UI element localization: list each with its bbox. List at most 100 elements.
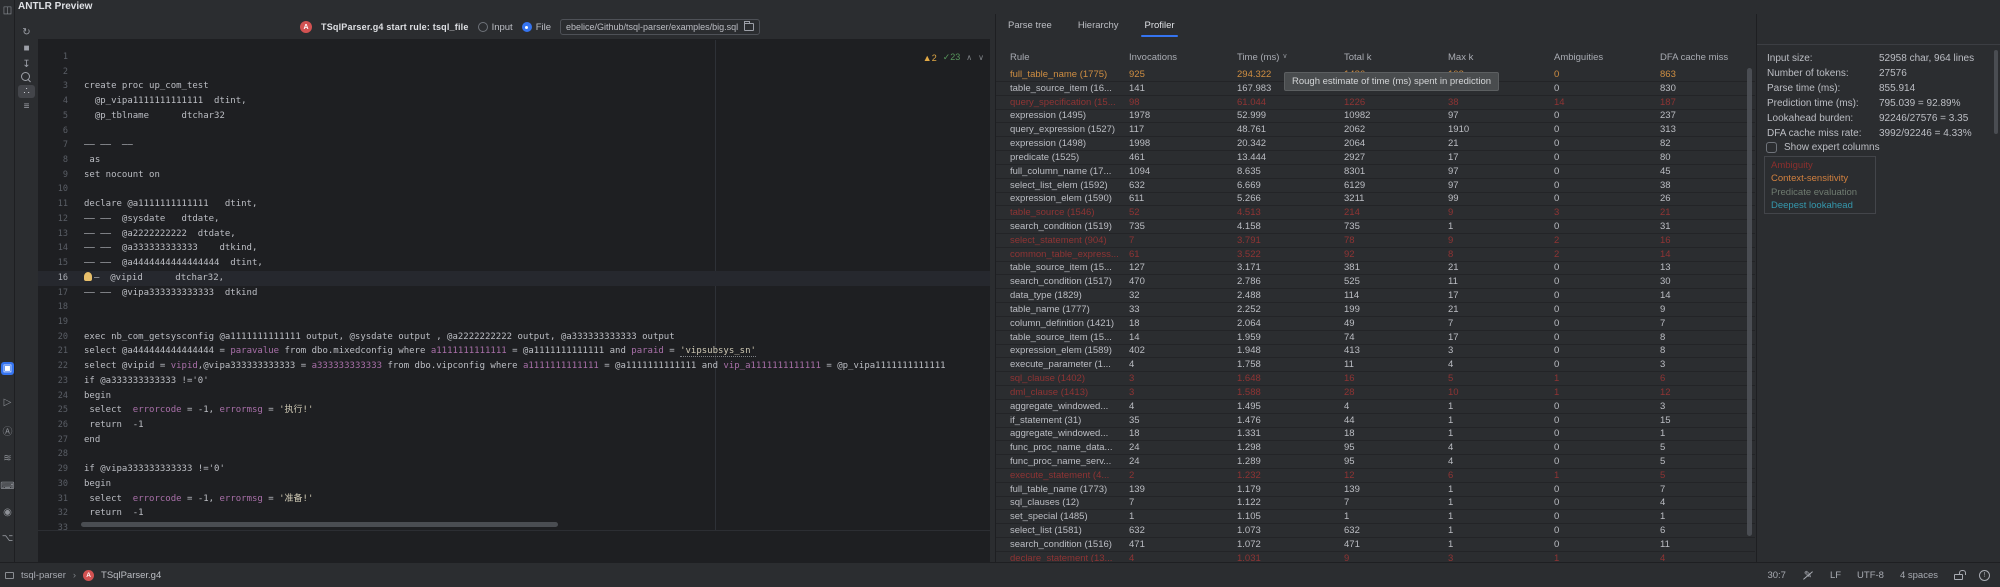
code-line[interactable]: 1: [38, 50, 990, 65]
profiler-row[interactable]: execute_statement (4...21.23212615: [996, 469, 1755, 483]
code-line[interactable]: 2: [38, 65, 990, 80]
profiler-row[interactable]: table_source_item (15...141.959741708: [996, 331, 1755, 345]
stats-scrollbar[interactable]: [1994, 50, 1998, 134]
profiler-row[interactable]: search_condition (1519)7354.1587351031: [996, 220, 1755, 234]
column-header[interactable]: Max k: [1448, 52, 1473, 63]
run-tool-icon[interactable]: ▷: [1, 396, 14, 409]
code-line[interactable]: 8 as: [38, 153, 990, 168]
profiler-row[interactable]: query_expression (1527)11748.76120621910…: [996, 123, 1755, 137]
editor-hscrollbar[interactable]: [81, 522, 558, 527]
code-line[interactable]: 5 @p_tblname dtchar32: [38, 109, 990, 124]
code-line[interactable]: 26 return -1: [38, 418, 990, 433]
profiler-row[interactable]: data_type (1829)322.48811417014: [996, 289, 1755, 303]
caret-position[interactable]: 30:7: [1767, 570, 1786, 581]
profiler-row[interactable]: dml_clause (1413)31.5882810112: [996, 386, 1755, 400]
graph-view-icon[interactable]: ∴: [18, 85, 35, 98]
profiler-row[interactable]: predicate (1525)46113.444292717080: [996, 151, 1755, 165]
code-line[interactable]: 19: [38, 315, 990, 330]
profiler-row[interactable]: select_list_elem (1592)6326.669612997038: [996, 179, 1755, 193]
lock-icon[interactable]: [1954, 574, 1963, 580]
profiler-row[interactable]: full_column_name (17...10948.63583019704…: [996, 165, 1755, 179]
profiler-row[interactable]: expression (1498)199820.342206421082: [996, 137, 1755, 151]
profiler-row[interactable]: aggregate_windowed...181.33118101: [996, 427, 1755, 441]
file-encoding[interactable]: UTF-8: [1857, 570, 1884, 581]
profiler-row[interactable]: expression_elem (1589)4021.948413308: [996, 344, 1755, 358]
profiler-row[interactable]: set_special (1485)11.1051101: [996, 510, 1755, 524]
code-line[interactable]: 32 return -1: [38, 506, 990, 521]
profiler-row[interactable]: declare_statement (13...41.0319314: [996, 552, 1755, 562]
file-path-input[interactable]: ebelice/Github/tsql-parser/examples/big.…: [560, 19, 760, 35]
code-editor[interactable]: 123create proc up_com_test4 @p_vipa11111…: [38, 40, 990, 530]
file-radio[interactable]: File: [522, 22, 551, 33]
structure-view-icon[interactable]: ≡: [18, 100, 35, 113]
profiler-vscrollbar[interactable]: [1747, 68, 1752, 536]
tab-profiler[interactable]: Profiler: [1144, 20, 1174, 37]
profiler-row[interactable]: sql_clauses (12)71.1227104: [996, 496, 1755, 510]
folder-icon[interactable]: [744, 23, 754, 31]
tab-parse-tree[interactable]: Parse tree: [1008, 20, 1052, 37]
services-tool-icon[interactable]: ≋: [1, 452, 14, 465]
inspections-widget[interactable]: ▲2 ✓23 ∧ ∨: [923, 52, 984, 63]
code-line[interactable]: 28: [38, 447, 990, 462]
profiler-row[interactable]: sql_clause (1402)31.64816516: [996, 372, 1755, 386]
tab-hierarchy[interactable]: Hierarchy: [1078, 20, 1119, 37]
line-ending[interactable]: LF: [1830, 570, 1841, 581]
profiler-row[interactable]: select_list (1581)6321.073632106: [996, 524, 1755, 538]
profiler-row[interactable]: execute_parameter (1...41.75811403: [996, 358, 1755, 372]
profiler-row[interactable]: table_source (1546)524.5132149321: [996, 206, 1755, 220]
profiler-row[interactable]: func_proc_name_serv...241.28995405: [996, 455, 1755, 469]
profiler-row[interactable]: aggregate_windowed...41.4954103: [996, 400, 1755, 414]
code-line[interactable]: 25 select errorcode = -1, errormsg = '执行…: [38, 403, 990, 418]
notifications-icon[interactable]: !: [1979, 570, 1990, 581]
code-line[interactable]: 22select @vipid = vipid,@vipa33333333333…: [38, 359, 990, 374]
refresh-icon[interactable]: ↻: [18, 26, 35, 39]
code-line[interactable]: 17—— —— @vipa333333333333 dtkind: [38, 286, 990, 301]
code-line[interactable]: 9set nocount on: [38, 168, 990, 183]
stop-icon[interactable]: ■: [18, 42, 35, 55]
profiler-row[interactable]: expression (1495)197852.99910982970237: [996, 109, 1755, 123]
breadcrumb-file[interactable]: TSqlParser.g4: [101, 570, 161, 581]
window-icon[interactable]: [5, 572, 14, 579]
profiler-row[interactable]: full_table_name (1773)1391.179139107: [996, 483, 1755, 497]
code-line[interactable]: 31 select errorcode = -1, errormsg = '准备…: [38, 492, 990, 507]
profiler-row[interactable]: table_name (1777)332.2521992109: [996, 303, 1755, 317]
profiler-row[interactable]: query_specification (15...9861.044122638…: [996, 96, 1755, 110]
code-line[interactable]: 6: [38, 124, 990, 139]
terminal-tool-icon[interactable]: ⌨: [1, 480, 14, 493]
code-line[interactable]: 12—— —— @sysdate dtdate,: [38, 212, 990, 227]
profiler-row[interactable]: if_statement (31)351.476441015: [996, 414, 1755, 428]
code-line[interactable]: 14—— —— @a333333333333 dtkind,: [38, 241, 990, 256]
code-line[interactable]: 18: [38, 300, 990, 315]
column-header[interactable]: DFA cache miss: [1660, 52, 1728, 63]
version-control-tool-icon[interactable]: ⌥: [1, 532, 14, 545]
intention-bulb-icon[interactable]: [84, 272, 92, 281]
column-header[interactable]: Rule: [1010, 52, 1030, 63]
indent-setting[interactable]: 4 spaces: [1900, 570, 1938, 581]
highlighting-off-icon[interactable]: ✎: [1802, 570, 1814, 581]
code-line[interactable]: 4 @p_vipa1111111111111 dtint,: [38, 94, 990, 109]
profiler-row[interactable]: common_table_express...613.522928214: [996, 248, 1755, 262]
scroll-from-source-icon[interactable]: ↧: [18, 58, 35, 71]
profiler-row[interactable]: func_proc_name_data...241.29895405: [996, 441, 1755, 455]
profiler-row[interactable]: expression_elem (1590)6115.266321199026: [996, 192, 1755, 206]
column-header[interactable]: Total k: [1344, 52, 1371, 63]
prev-problem-icon[interactable]: ∧: [966, 53, 972, 62]
code-line[interactable]: 16— @vipid dtchar32,: [38, 271, 990, 286]
profiler-row[interactable]: column_definition (1421)182.06449707: [996, 317, 1755, 331]
profiler-row[interactable]: search_condition (1517)4702.78652511030: [996, 275, 1755, 289]
code-line[interactable]: 13—— —— @a2222222222 dtdate,: [38, 227, 990, 242]
window-layout-icon[interactable]: ◫: [1, 4, 14, 17]
breadcrumb-project[interactable]: tsql-parser: [21, 570, 66, 581]
code-line[interactable]: 7—— —— ——: [38, 138, 990, 153]
code-line[interactable]: 10: [38, 182, 990, 197]
profiler-row[interactable]: select_statement (904)73.791789216: [996, 234, 1755, 248]
code-line[interactable]: 24begin: [38, 389, 990, 404]
code-line[interactable]: 3create proc up_com_test: [38, 79, 990, 94]
code-line[interactable]: 11declare @a1111111111111 dtint,: [38, 197, 990, 212]
code-line[interactable]: 30begin: [38, 477, 990, 492]
next-problem-icon[interactable]: ∨: [978, 53, 984, 62]
code-line[interactable]: 21select @a444444444444444 = paravalue f…: [38, 344, 990, 359]
search-icon[interactable]: [18, 71, 35, 84]
input-radio[interactable]: Input: [478, 22, 513, 33]
code-line[interactable]: 29if @vipa333333333333 !='0': [38, 462, 990, 477]
